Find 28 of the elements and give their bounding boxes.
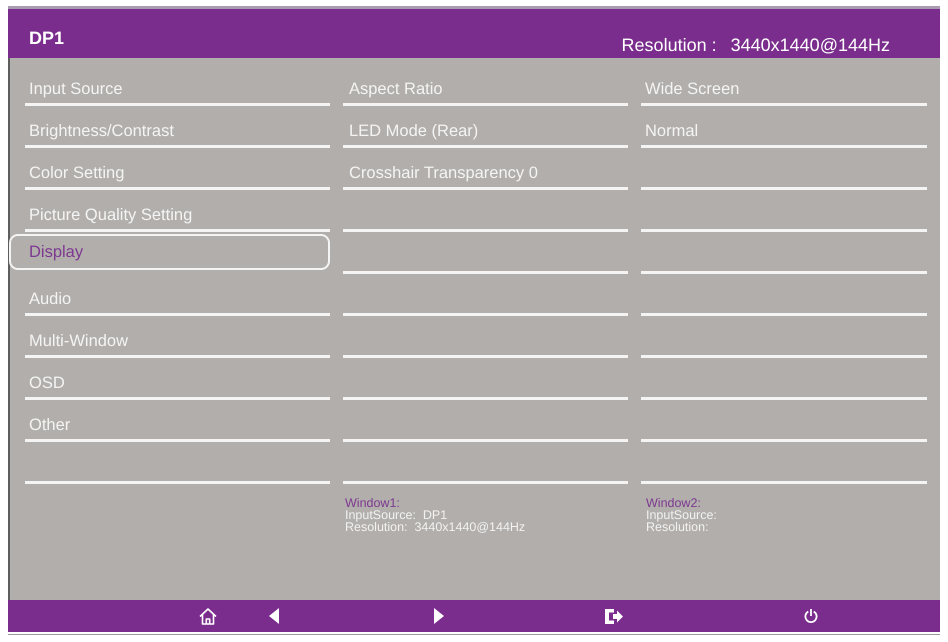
resolution-info: Resolution: 3440x1440@144Hz [345,521,526,533]
submenu-item[interactable]: Aspect Ratio [343,64,628,106]
input-source-title: DP1 [29,28,64,50]
menu-item[interactable]: Display [9,234,330,270]
resolution-label: Resolution : [622,35,717,56]
left-triangle-icon[interactable] [269,608,279,624]
window-title: Window1: [345,497,400,509]
home-icon[interactable] [199,608,217,624]
menu-item[interactable]: Multi-Window [25,316,330,358]
resolution-info: Resolution: [646,521,709,533]
menu-item[interactable]: Other [25,400,330,442]
option-value: Wide Screen [641,64,927,106]
menu-item[interactable]: Picture Quality Setting [25,190,330,232]
menu-item[interactable]: Brightness/Contrast [25,106,330,148]
submenu-item[interactable]: Crosshair Transparency 0 [343,148,628,190]
input-source-info: InputSource: [646,509,717,521]
menu-item[interactable]: Color Setting [25,148,330,190]
exit-icon[interactable] [605,608,623,624]
menu-item[interactable]: Input Source [25,64,330,106]
resolution-value: 3440x1440@144Hz [730,35,890,56]
submenu-item[interactable]: LED Mode (Rear) [343,106,628,148]
menu-item[interactable]: Audio [25,274,330,316]
power-icon[interactable] [804,609,818,623]
option-value: Normal [641,106,927,148]
right-triangle-icon[interactable] [434,608,444,624]
input-source-info: InputSource: DP1 [345,509,448,521]
window-title: Window2: [646,497,701,509]
menu-item[interactable]: OSD [25,358,330,400]
